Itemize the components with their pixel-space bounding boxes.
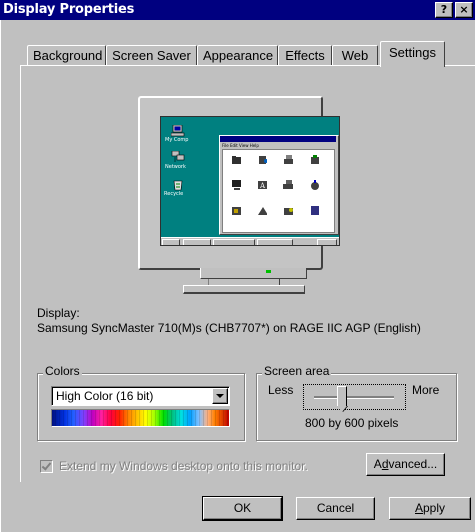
resolution-value: 800 by 600 pixels: [305, 416, 399, 430]
display-icon: [232, 180, 241, 190]
mouse-icon: [311, 180, 319, 190]
power-led: [266, 270, 271, 273]
display-device-name: Samsung SyncMaster 710(M)s (CHB7707*) on…: [37, 321, 421, 335]
colors-group-label: Colors: [43, 364, 82, 378]
screen-area-group-label: Screen area: [262, 364, 332, 378]
window-title: Display Properties: [3, 2, 135, 17]
apply-button[interactable]: Apply: [389, 497, 471, 520]
slider-more-label: More: [412, 383, 440, 397]
colors-dropdown[interactable]: High Color (16 bit): [51, 386, 230, 406]
desktop-icon-label: Network: [165, 164, 186, 170]
monitor-stand: [183, 279, 305, 294]
folder-icon: [232, 156, 241, 164]
tab-settings[interactable]: Settings: [380, 41, 445, 67]
tab-web[interactable]: Web: [332, 45, 378, 65]
display-properties-window: Display Properties ? × Background Screen…: [0, 0, 475, 532]
title-bar[interactable]: Display Properties ? ×: [0, 0, 475, 20]
advanced-button[interactable]: Advanced...: [366, 453, 445, 476]
display-label: Display:: [37, 306, 80, 320]
mini-task-button: [183, 239, 211, 245]
cancel-button[interactable]: Cancel: [296, 497, 375, 520]
control-icon: [259, 156, 267, 164]
extend-desktop-checkbox[interactable]: [40, 460, 53, 473]
close-button[interactable]: ×: [455, 2, 473, 18]
mini-taskbar: [161, 237, 339, 245]
desktop-preview: My Comp Network Recycle File Edit View H…: [160, 116, 340, 246]
svg-text:A: A: [259, 182, 266, 190]
mini-window-menu: File Edit View Help: [222, 143, 259, 148]
color-spectrum-bar: [51, 409, 230, 427]
slider-less-label: Less: [268, 383, 294, 397]
printer-icon: [284, 155, 293, 164]
desktop-icon-label: My Comp: [165, 137, 189, 143]
extend-desktop-label: Extend my Windows desktop onto this moni…: [59, 459, 308, 473]
network-icon: [171, 150, 185, 163]
colors-selected-value: High Color (16 bit): [56, 389, 154, 403]
mini-window: File Edit View Help A: [219, 135, 339, 235]
screen-area-slider[interactable]: [303, 384, 406, 410]
desktop-icon-label: Recycle: [164, 191, 184, 197]
passwords-icon: [284, 208, 293, 215]
mini-start-button: [162, 239, 180, 245]
keyboard-icon: [283, 180, 293, 189]
ok-button[interactable]: OK: [202, 496, 283, 521]
help-button[interactable]: ?: [435, 2, 453, 18]
slider-track: [314, 396, 394, 399]
mini-tray: [317, 239, 337, 245]
colors-group: [37, 373, 245, 441]
mini-task-button: [213, 239, 255, 245]
tab-effects[interactable]: Effects: [278, 45, 332, 65]
system-icon: [311, 206, 319, 215]
tab-background[interactable]: Background: [27, 45, 106, 65]
recycle-bin-icon: [171, 179, 185, 191]
dialup-icon: [311, 155, 319, 164]
mini-window-content: A: [222, 149, 335, 233]
tab-appearance[interactable]: Appearance: [197, 45, 278, 65]
tab-screen-saver[interactable]: Screen Saver: [106, 45, 197, 65]
monitor-stand-base: [183, 285, 305, 294]
monitor-chin: [200, 268, 307, 279]
network-settings-icon: [258, 207, 267, 215]
apply-button-label: Apply: [414, 501, 446, 515]
my-computer-icon: [170, 124, 185, 137]
mini-window-title: [220, 136, 336, 142]
window-edge: [0, 20, 1, 532]
fonts-icon: A: [258, 181, 267, 190]
chevron-down-icon[interactable]: [212, 388, 228, 404]
slider-thumb[interactable]: [337, 386, 347, 406]
mini-task-button: [257, 239, 293, 245]
multimedia-icon: [232, 207, 241, 215]
advanced-button-label: Advanced...: [373, 457, 438, 471]
